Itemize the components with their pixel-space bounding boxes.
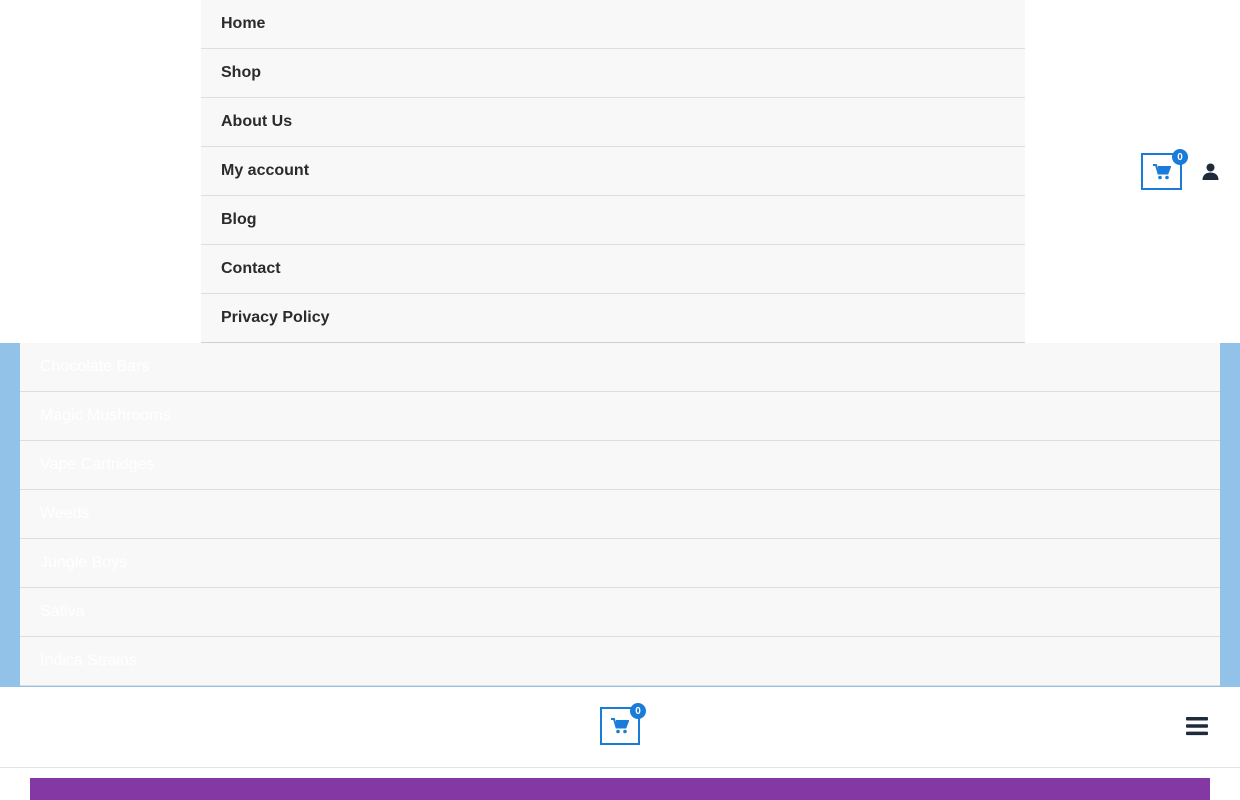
- main-navigation-menu: Home Shop About Us My account Blog Conta…: [201, 0, 1025, 343]
- shopping-cart-icon: [1152, 163, 1171, 179]
- nav-item-privacy-policy[interactable]: Privacy Policy: [201, 294, 1025, 343]
- category-item-jungle-boys[interactable]: Jungle Boys: [20, 539, 1220, 588]
- category-item-label: Chocolate Bars: [40, 358, 150, 375]
- category-item-label: Jungle Boys: [40, 554, 128, 571]
- nav-item-label: Home: [221, 15, 266, 32]
- category-item-vape-cartridges[interactable]: Vape Cartridges: [20, 441, 1220, 490]
- cart-count-badge: 0: [630, 703, 646, 719]
- hamburger-menu-icon[interactable]: [1186, 716, 1208, 736]
- nav-item-label: Shop: [221, 64, 261, 81]
- nav-item-label: Blog: [221, 211, 257, 228]
- nav-item-label: Contact: [221, 260, 281, 277]
- category-item-indica-strains[interactable]: Indica Strains: [20, 637, 1220, 686]
- user-icon[interactable]: [1202, 163, 1219, 180]
- category-item-magic-mushrooms[interactable]: Magic Mushrooms: [20, 392, 1220, 441]
- category-item-label: Weeds: [40, 505, 90, 522]
- category-item-label: Magic Mushrooms: [40, 407, 171, 424]
- shopping-cart-icon: [611, 718, 629, 734]
- category-menu: Chocolate Bars Magic Mushrooms Vape Cart…: [20, 343, 1220, 686]
- nav-item-contact[interactable]: Contact: [201, 245, 1025, 294]
- category-item-chocolate-bars[interactable]: Chocolate Bars: [20, 343, 1220, 392]
- category-item-sativa[interactable]: Sativa: [20, 588, 1220, 637]
- nav-item-home[interactable]: Home: [201, 0, 1025, 49]
- nav-item-about-us[interactable]: About Us: [201, 98, 1025, 147]
- purple-banner: [30, 778, 1210, 800]
- nav-item-my-account[interactable]: My account: [201, 147, 1025, 196]
- category-item-label: Vape Cartridges: [40, 456, 155, 473]
- category-item-label: Sativa: [40, 603, 85, 620]
- category-item-label: Indica Strains: [40, 652, 137, 669]
- category-item-weeds[interactable]: Weeds: [20, 490, 1220, 539]
- cart-count-badge: 0: [1172, 149, 1188, 165]
- nav-item-label: My account: [221, 162, 310, 179]
- nav-item-label: Privacy Policy: [221, 309, 330, 326]
- mobile-cart-button[interactable]: 0: [600, 703, 646, 745]
- nav-item-shop[interactable]: Shop: [201, 49, 1025, 98]
- nav-item-blog[interactable]: Blog: [201, 196, 1025, 245]
- nav-item-label: About Us: [221, 113, 293, 130]
- cart-button[interactable]: 0: [1141, 149, 1188, 190]
